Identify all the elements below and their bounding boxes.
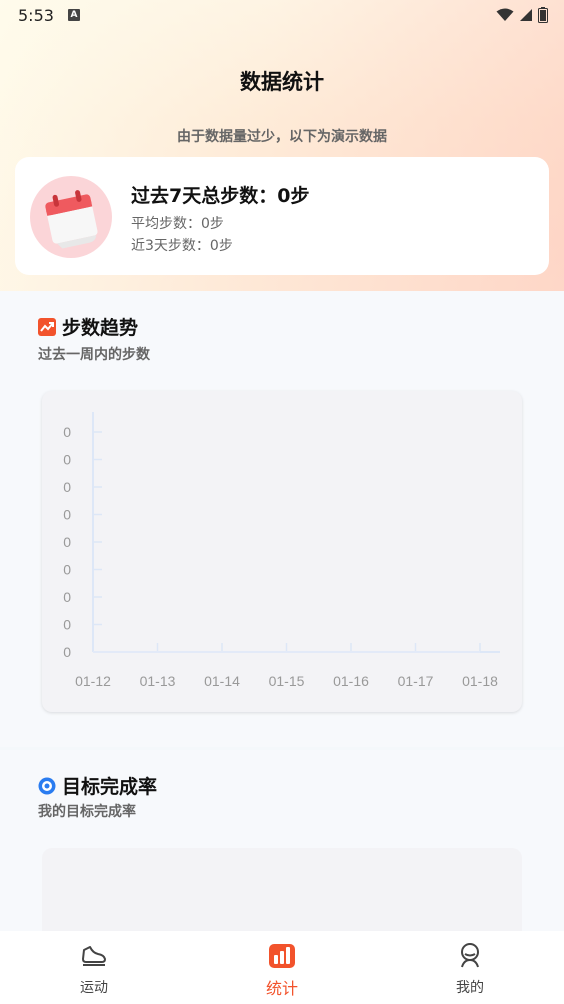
signal-icon [520,9,532,21]
demo-data-notice: 由于数据量过少，以下为演示数据 [177,129,387,145]
tab-profile-label: 我的 [456,980,484,996]
step-trend-header: 步数趋势 [38,313,138,340]
y-tick-label: 0 [63,562,71,578]
tab-statistics-label: 统计 [265,979,298,998]
profile-icon [461,943,479,968]
battery-icon [538,7,548,23]
weekly-total-steps: 过去7天总步数：0步 [131,185,310,207]
y-tick-label: 0 [63,589,71,605]
y-tick-label: 0 [63,452,71,468]
step-trend-title: 步数趋势 [62,317,139,339]
goal-header: 目标完成率 [38,772,157,799]
y-tick-label: 0 [63,534,71,550]
x-tick-label: 01-15 [269,673,305,689]
tab-sport[interactable]: 运动 [0,931,188,1004]
status-bar: 5:53 A [0,0,564,32]
page-title: 数据统计 [240,70,324,94]
x-tick-label: 01-16 [333,673,369,689]
y-tick-label: 0 [63,479,71,495]
goal-section: 目标完成率 我的目标完成率 [0,750,564,1004]
screen: 5:53 A 数据统计 由于数据量过少，以下为演示数据 过去7天总步数：0步 平… [0,0,564,1004]
calendar-icon [30,176,112,258]
wifi-icon [496,8,514,21]
step-trend-chart: 0 0 0 0 0 0 0 0 0 01-12 01-13 01-14 01-15 01-16 01-17 0… [42,391,522,712]
status-time: 5:53 [18,6,54,25]
goal-subtitle: 我的目标完成率 [38,804,136,820]
step-trend-subtitle: 过去一周内的步数 [38,347,150,363]
chart-bars-icon [269,944,295,968]
shoe-icon [82,946,106,966]
tab-statistics[interactable]: 统计 [188,931,376,1004]
average-steps: 平均步数：0步 [131,216,224,232]
recent-3-days-steps: 近3天步数：0步 [131,238,233,254]
goal-title: 目标完成率 [62,776,158,798]
x-tick-label: 01-17 [398,673,434,689]
summary-card: 过去7天总步数：0步 平均步数：0步 近3天步数：0步 [15,157,549,275]
trend-icon [38,317,56,336]
y-tick-label: 0 [63,617,71,633]
status-icons [496,7,548,23]
tab-sport-label: 运动 [80,980,108,996]
x-tick-label: 01-18 [462,673,498,689]
y-tick-label: 0 [63,507,71,523]
x-tick-label: 01-12 [75,673,111,689]
tab-profile[interactable]: 我的 [376,931,564,1004]
y-tick-label: 0 [63,424,71,440]
step-trend-section: 步数趋势 过去一周内的步数 0 0 0 0 0 0 0 0 0 01-12 01-13 01-14 01… [0,291,564,747]
step-trend-chart-svg: 00000000001-12 01-13 01-14 01-15 01-16 01-17 0… [63,412,500,689]
bottom-tab-bar: 运动 统计 我的 [0,931,564,1004]
x-tick-label: 01-14 [204,673,240,689]
target-icon [38,777,56,794]
y-tick-label: 0 [63,644,71,660]
notification-a-icon: A [68,9,80,21]
x-tick-label: 01-13 [140,673,176,689]
